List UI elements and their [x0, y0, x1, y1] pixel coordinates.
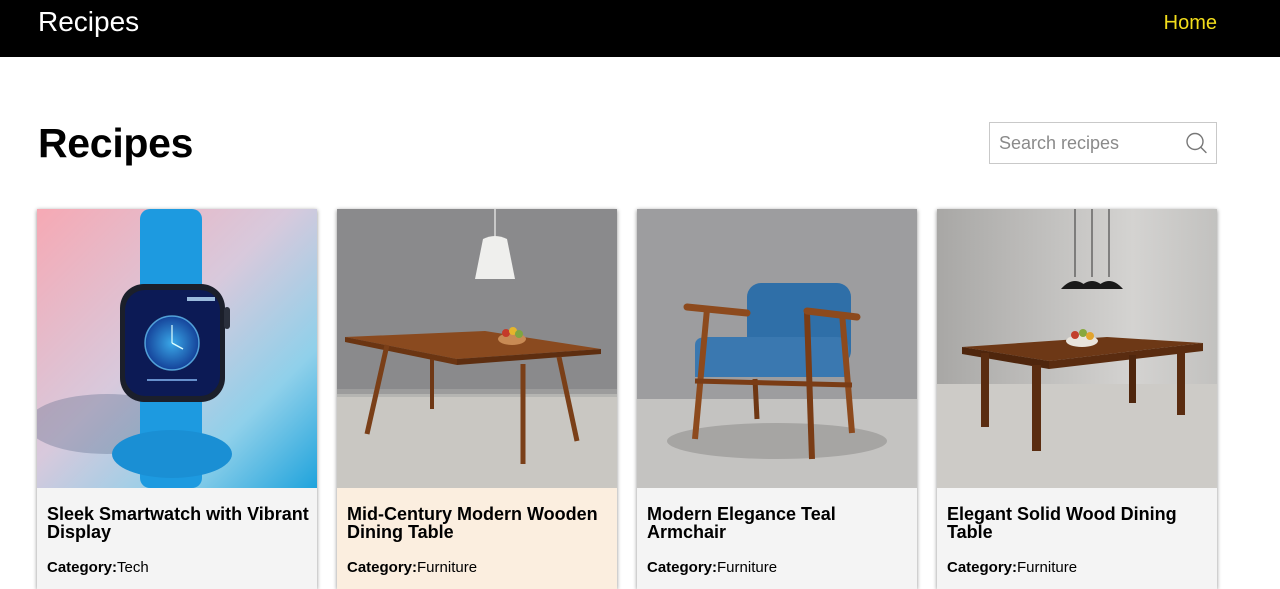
card-title[interactable]: Elegant Solid Wood Dining Table — [947, 505, 1209, 541]
recipe-card[interactable]: Sleek Smartwatch with Vibrant Display Ca… — [37, 209, 317, 589]
recipe-card[interactable]: Elegant Solid Wood Dining Table Category… — [937, 209, 1217, 589]
nav-home-link[interactable]: Home — [1164, 11, 1217, 35]
page-title: Recipes — [38, 120, 194, 166]
category-value: Furniture — [417, 559, 478, 576]
category-label: Category: — [347, 559, 418, 576]
card-category: Category:Furniture — [347, 559, 477, 577]
category-value: Furniture — [1017, 559, 1078, 576]
card-title[interactable]: Sleek Smartwatch with Vibrant Display — [47, 505, 309, 541]
mid-century-table-image — [337, 209, 617, 488]
recipe-card[interactable]: Mid-Century Modern Wooden Dining Table C… — [337, 209, 617, 589]
category-label: Category: — [947, 559, 1018, 576]
category-value: Tech — [117, 559, 149, 576]
smartwatch-image — [37, 209, 317, 488]
top-navbar: Recipes Home — [0, 0, 1280, 57]
category-label: Category: — [647, 559, 718, 576]
card-title[interactable]: Modern Elegance Teal Armchair — [647, 505, 909, 541]
solid-wood-table-image — [937, 209, 1217, 488]
category-label: Category: — [47, 559, 118, 576]
card-category: Category:Furniture — [647, 559, 777, 577]
category-value: Furniture — [717, 559, 778, 576]
card-category: Category:Furniture — [947, 559, 1077, 577]
card-title[interactable]: Mid-Century Modern Wooden Dining Table — [347, 505, 609, 541]
recipe-card[interactable]: Modern Elegance Teal Armchair Category:F… — [637, 209, 917, 589]
search-icon[interactable] — [1185, 132, 1207, 154]
search-box[interactable] — [989, 122, 1217, 164]
brand-link[interactable]: Recipes — [38, 6, 139, 38]
teal-armchair-image — [637, 209, 917, 488]
card-category: Category:Tech — [47, 559, 149, 577]
search-input[interactable] — [990, 123, 1180, 163]
